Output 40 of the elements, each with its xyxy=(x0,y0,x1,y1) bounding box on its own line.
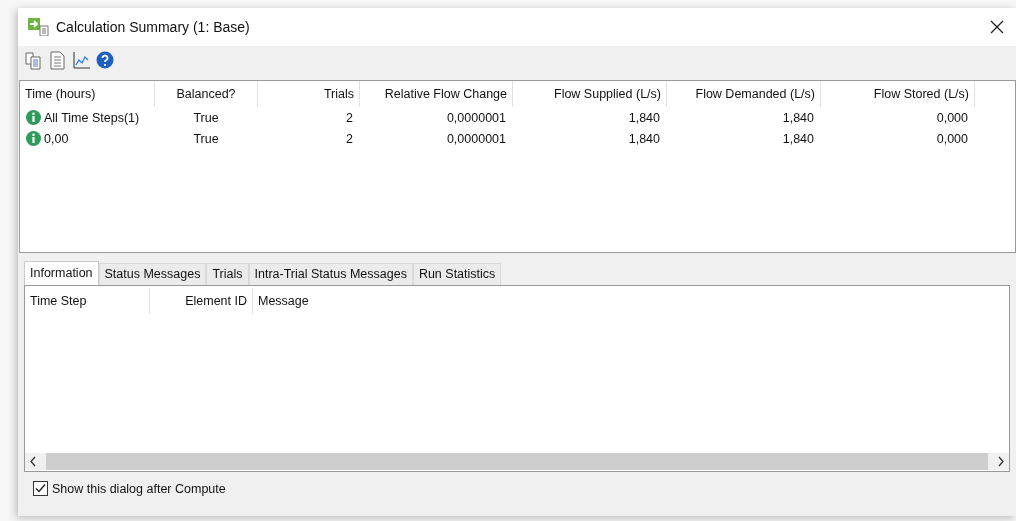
horizontal-scrollbar[interactable] xyxy=(25,453,1009,470)
table-cell: True xyxy=(193,110,219,125)
tab[interactable]: Information xyxy=(24,261,99,285)
column-header[interactable]: Time (hours) xyxy=(20,81,155,107)
column-header[interactable]: Trials xyxy=(258,81,360,107)
help-icon[interactable] xyxy=(96,50,114,70)
table-cell: 0,0000001 xyxy=(446,110,506,125)
column-header[interactable]: Flow Stored (L/s) xyxy=(821,81,975,107)
close-icon[interactable] xyxy=(990,20,1004,34)
checkbox-label[interactable]: Show this dialog after Compute xyxy=(52,481,226,496)
table-cell: 0,0000001 xyxy=(446,131,506,146)
table-cell: All Time Steps(1) xyxy=(44,110,140,125)
column-header[interactable]: Relative Flow Change xyxy=(360,81,513,107)
table-cell: 0,000 xyxy=(936,131,968,146)
table-cell: 1,840 xyxy=(782,131,814,146)
tab[interactable]: Run Statistics xyxy=(412,263,502,285)
info-icon xyxy=(26,110,41,125)
table-cell: 2 xyxy=(346,131,353,146)
tab[interactable]: Status Messages xyxy=(98,263,207,285)
copy-icon[interactable] xyxy=(24,50,42,70)
column-header[interactable]: Message xyxy=(253,288,1009,314)
table-cell: True xyxy=(193,131,219,146)
table-cell: 1,840 xyxy=(628,110,660,125)
table-cell: 1,840 xyxy=(782,110,814,125)
window-title: Calculation Summary (1: Base) xyxy=(56,19,250,35)
chart-icon[interactable] xyxy=(72,50,90,70)
column-header[interactable]: Flow Supplied (L/s) xyxy=(513,81,667,107)
app-icon xyxy=(28,18,50,36)
column-header[interactable]: Balanced? xyxy=(155,81,258,107)
column-header[interactable]: Flow Demanded (L/s) xyxy=(667,81,821,107)
tab[interactable]: Trials xyxy=(206,263,249,285)
table-cell: 0,000 xyxy=(936,110,968,125)
info-icon xyxy=(26,131,41,146)
column-header[interactable]: Element ID xyxy=(150,288,253,314)
column-header[interactable]: Time Step xyxy=(25,288,150,314)
table-cell: 1,840 xyxy=(628,131,660,146)
checkbox[interactable] xyxy=(33,481,48,496)
table-cell: 2 xyxy=(346,110,353,125)
tab[interactable]: Intra-Trial Status Messages xyxy=(248,263,413,285)
table-cell: 0,00 xyxy=(44,131,69,146)
